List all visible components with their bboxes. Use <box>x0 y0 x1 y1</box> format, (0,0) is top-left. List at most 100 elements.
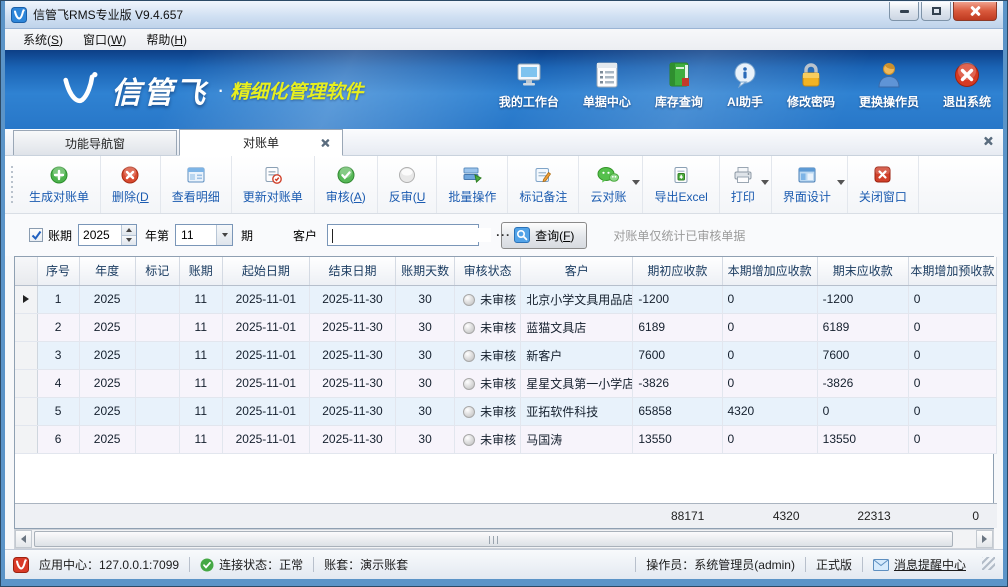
horizontal-scrollbar[interactable] <box>14 529 994 549</box>
toolbar-grip[interactable] <box>9 166 16 203</box>
scrollbar-thumb[interactable] <box>34 531 953 547</box>
table-cell[interactable]: 2025 <box>79 285 135 313</box>
update-statement-button[interactable]: 更新对账单 <box>232 156 315 213</box>
menu-window[interactable]: 窗口(W) <box>73 29 136 50</box>
inventory-query-button[interactable]: 库存查询 <box>653 58 705 112</box>
table-cell[interactable]: 2025-11-01 <box>222 425 309 453</box>
tab-function-nav[interactable]: 功能导航窗 <box>13 130 177 155</box>
col-header[interactable]: 本期增加预收款 <box>908 257 996 285</box>
table-cell[interactable]: 1 <box>37 285 79 313</box>
generate-statement-button[interactable]: 生成对账单 <box>18 156 101 213</box>
col-header[interactable]: 标记 <box>135 257 179 285</box>
table-cell[interactable]: 2025-11-30 <box>309 369 395 397</box>
table-row[interactable]: 22025112025-11-012025-11-3030未审核蓝猫文具店618… <box>15 313 997 341</box>
table-cell[interactable]: 2025 <box>79 369 135 397</box>
combo-dropdown-icon[interactable] <box>216 225 232 245</box>
table-cell[interactable]: 0 <box>817 397 908 425</box>
table-cell[interactable]: 13550 <box>817 425 908 453</box>
table-cell[interactable]: 0 <box>908 397 996 425</box>
table-cell[interactable] <box>135 285 179 313</box>
table-cell[interactable]: 6 <box>37 425 79 453</box>
dropdown-arrow-icon[interactable] <box>761 180 769 185</box>
batch-operation-button[interactable]: 批量操作 <box>437 156 508 213</box>
table-cell[interactable]: 2025-11-01 <box>222 369 309 397</box>
tab-close-icon[interactable] <box>321 139 329 147</box>
year-stepper[interactable] <box>78 224 137 246</box>
table-cell[interactable]: 30 <box>396 285 455 313</box>
table-cell[interactable]: 2025 <box>79 313 135 341</box>
table-cell[interactable]: 0 <box>722 285 817 313</box>
table-cell[interactable]: 30 <box>396 397 455 425</box>
table-cell[interactable]: 4 <box>37 369 79 397</box>
table-cell[interactable]: 3 <box>37 341 79 369</box>
table-cell[interactable]: -3826 <box>633 369 722 397</box>
table-row[interactable]: 32025112025-11-012025-11-3030未审核新客户76000… <box>15 341 997 369</box>
delete-button[interactable]: 删除(D <box>101 156 161 213</box>
change-password-button[interactable]: 修改密码 <box>785 58 837 112</box>
year-input[interactable] <box>79 225 121 245</box>
unaudit-button[interactable]: 反审(U <box>378 156 438 213</box>
scroll-right-icon[interactable] <box>976 530 993 548</box>
table-cell[interactable]: 亚拓软件科技 <box>521 397 633 425</box>
cloud-reconcile-button[interactable]: 云对账 <box>579 156 643 213</box>
table-cell[interactable] <box>135 313 179 341</box>
table-cell[interactable]: 11 <box>179 369 222 397</box>
col-header[interactable]: 本期增加应收款 <box>722 257 817 285</box>
dropdown-arrow-icon[interactable] <box>837 180 845 185</box>
table-cell[interactable]: 2025-11-01 <box>222 341 309 369</box>
audit-button[interactable]: 审核(A) <box>315 156 378 213</box>
table-cell[interactable]: 11 <box>179 425 222 453</box>
table-cell[interactable]: 11 <box>179 341 222 369</box>
table-cell[interactable]: 30 <box>396 341 455 369</box>
table-cell[interactable]: -1200 <box>633 285 722 313</box>
col-header[interactable]: 审核状态 <box>455 257 521 285</box>
table-cell[interactable]: 2025-11-30 <box>309 397 395 425</box>
table-row[interactable]: 12025112025-11-012025-11-3030未审核北京小学文具用品… <box>15 285 997 313</box>
table-cell[interactable]: 30 <box>396 425 455 453</box>
spin-up-icon[interactable] <box>122 225 136 235</box>
table-cell[interactable]: 7600 <box>817 341 908 369</box>
customer-field[interactable]: ··· <box>327 224 479 246</box>
menu-help[interactable]: 帮助(H) <box>136 29 197 50</box>
scroll-left-icon[interactable] <box>15 530 32 548</box>
table-cell[interactable]: 0 <box>722 341 817 369</box>
row-selector[interactable] <box>15 425 37 453</box>
table-row[interactable]: 42025112025-11-012025-11-3030未审核星星文具第一小学… <box>15 369 997 397</box>
maximize-button[interactable] <box>921 2 951 21</box>
table-cell[interactable]: 13550 <box>633 425 722 453</box>
col-header[interactable]: 起始日期 <box>222 257 309 285</box>
table-cell[interactable]: 未审核 <box>455 285 521 313</box>
table-cell[interactable]: 2025-11-30 <box>309 341 395 369</box>
table-cell[interactable]: 2025-11-01 <box>222 313 309 341</box>
table-cell[interactable]: 马国涛 <box>521 425 633 453</box>
table-cell[interactable]: 2025-11-30 <box>309 313 395 341</box>
table-cell[interactable]: 6189 <box>633 313 722 341</box>
switch-operator-button[interactable]: 更换操作员 <box>857 58 921 112</box>
table-cell[interactable]: 0 <box>908 285 996 313</box>
table-cell[interactable]: 未审核 <box>455 397 521 425</box>
row-selector[interactable] <box>15 341 37 369</box>
table-cell[interactable]: 0 <box>908 313 996 341</box>
close-window-button[interactable]: 关闭窗口 <box>848 156 919 213</box>
table-cell[interactable]: 0 <box>722 369 817 397</box>
table-cell[interactable]: 未审核 <box>455 313 521 341</box>
table-cell[interactable]: 4320 <box>722 397 817 425</box>
col-header[interactable]: 客户 <box>521 257 633 285</box>
title-bar[interactable]: 信管飞RMS专业版 V9.4.657 <box>5 1 1003 29</box>
table-cell[interactable]: 未审核 <box>455 369 521 397</box>
table-cell[interactable]: 北京小学文具用品店 <box>521 285 633 313</box>
table-cell[interactable] <box>135 425 179 453</box>
table-cell[interactable]: 2025-11-01 <box>222 397 309 425</box>
customer-lookup-button[interactable]: ··· <box>491 228 516 242</box>
customer-input[interactable] <box>328 228 491 242</box>
col-header[interactable]: 结束日期 <box>309 257 395 285</box>
period-checkbox[interactable] <box>29 228 43 242</box>
view-detail-button[interactable]: 查看明细 <box>161 156 232 213</box>
table-cell[interactable]: 7600 <box>633 341 722 369</box>
table-cell[interactable] <box>135 397 179 425</box>
table-cell[interactable]: 未审核 <box>455 425 521 453</box>
col-header[interactable]: 年度 <box>79 257 135 285</box>
minimize-button[interactable] <box>889 2 919 21</box>
export-excel-button[interactable]: 导出Excel <box>643 156 719 213</box>
table-row[interactable]: 52025112025-11-012025-11-3030未审核亚拓软件科技65… <box>15 397 997 425</box>
